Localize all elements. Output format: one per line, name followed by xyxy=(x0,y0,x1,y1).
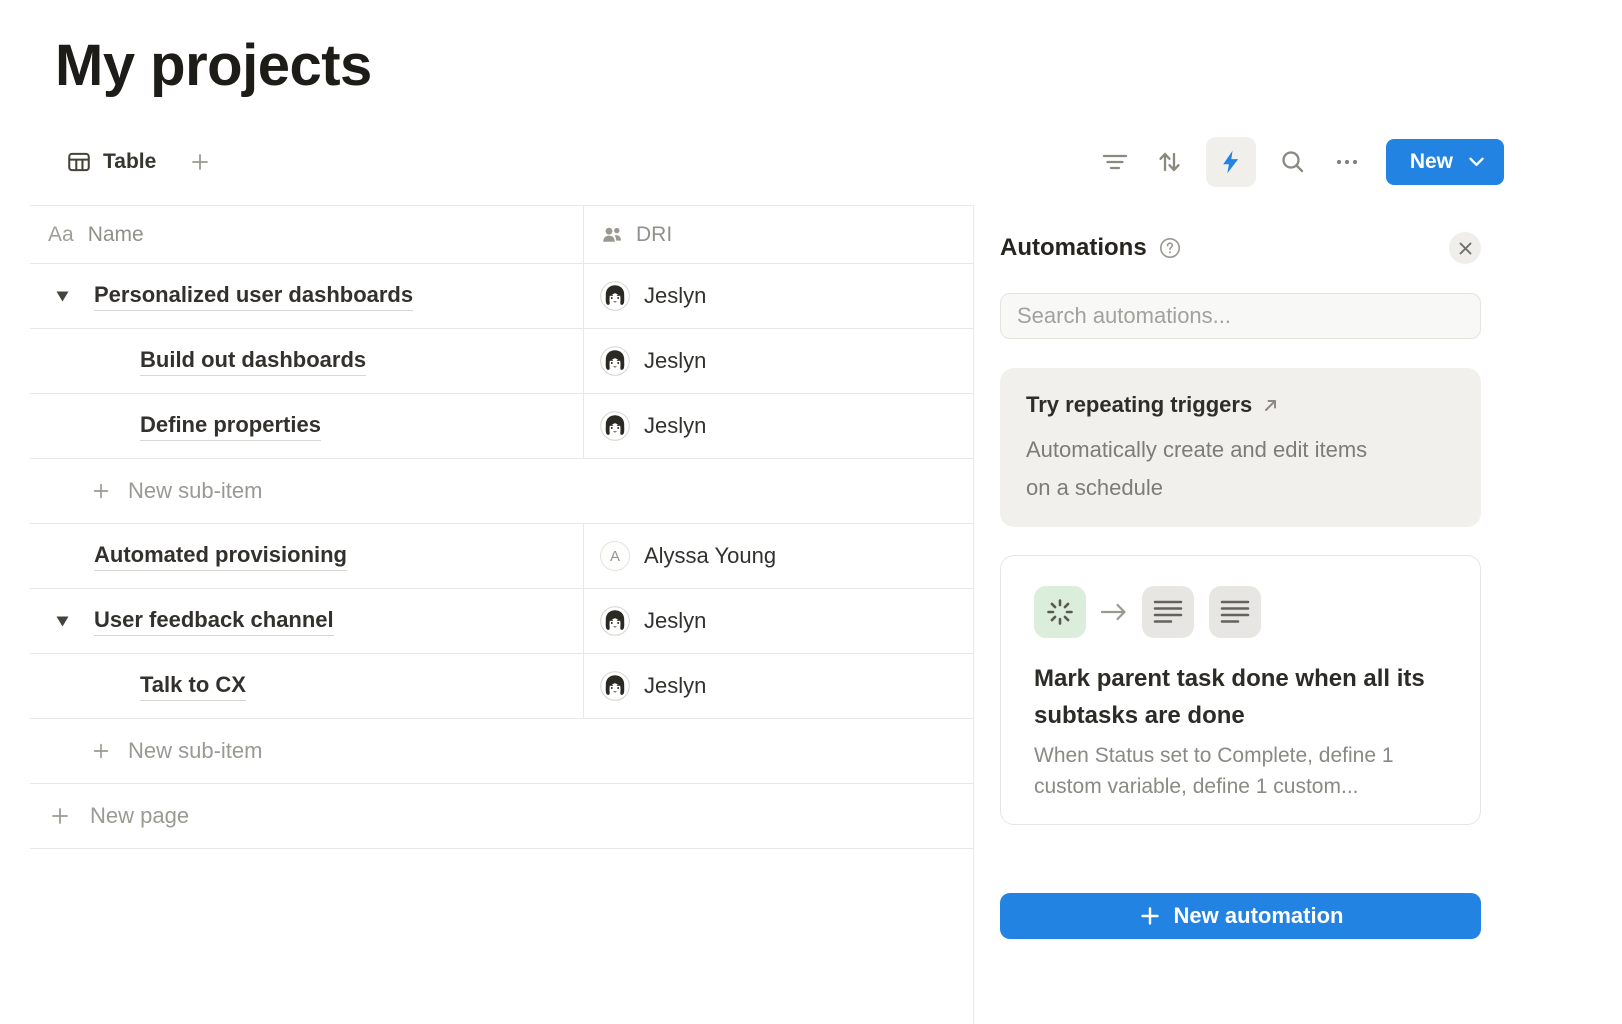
panel-divider xyxy=(973,205,974,1024)
table-row[interactable]: User feedback channel Jeslyn xyxy=(30,589,973,654)
avatar-jeslyn xyxy=(600,411,630,441)
dri-cell[interactable]: Jeslyn xyxy=(584,589,973,653)
promo-description-line: Automatically create and edit items xyxy=(1026,431,1455,469)
column-label: Name xyxy=(88,223,144,247)
arrow-up-right-icon xyxy=(1262,397,1279,414)
toggle-expand-icon[interactable] xyxy=(49,608,75,634)
help-button[interactable] xyxy=(1157,235,1183,261)
promo-title: Try repeating triggers xyxy=(1026,392,1252,418)
dri-cell[interactable]: Jeslyn xyxy=(584,394,973,458)
repeating-triggers-promo-card[interactable]: Try repeating triggers Automatically cre… xyxy=(1000,368,1481,527)
plus-icon xyxy=(48,804,72,828)
avatar-jeslyn xyxy=(600,606,630,636)
table-row[interactable]: Personalized user dashboards Jeslyn xyxy=(30,264,973,329)
automation-icon-row xyxy=(1034,586,1447,638)
new-sub-item-button[interactable]: New sub-item xyxy=(30,719,973,783)
edit-property-icon xyxy=(1209,586,1261,638)
new-sub-item-label: New sub-item xyxy=(128,478,262,504)
promo-description-line: on a schedule xyxy=(1026,469,1455,507)
new-automation-button[interactable]: New automation xyxy=(1000,893,1481,939)
dri-cell[interactable]: Jeslyn xyxy=(584,654,973,718)
new-page-button[interactable]: New page xyxy=(30,784,973,848)
table-view-icon xyxy=(66,149,92,175)
automation-title-line: subtasks are done xyxy=(1034,697,1447,734)
edit-property-icon xyxy=(1142,586,1194,638)
table-row: New sub-item xyxy=(30,459,973,524)
dri-name: Jeslyn xyxy=(644,608,706,634)
page-link[interactable]: Define properties xyxy=(140,412,321,441)
table-row[interactable]: Define properties Jeslyn xyxy=(30,394,973,459)
page-link[interactable]: Automated provisioning xyxy=(94,542,347,571)
close-panel-button[interactable] xyxy=(1449,232,1481,264)
page-link[interactable]: Personalized user dashboards xyxy=(94,282,413,311)
plus-icon xyxy=(1138,904,1162,928)
automation-description-line: custom variable, define 1 custom... xyxy=(1034,771,1447,802)
people-icon xyxy=(600,223,624,247)
automation-description-line: When Status set to Complete, define 1 xyxy=(1034,740,1447,771)
add-view-button[interactable] xyxy=(188,150,212,174)
view-tabs-bar: Table xyxy=(66,138,212,186)
page-link[interactable]: User feedback channel xyxy=(94,607,334,636)
table-row[interactable]: Automated provisioning A Alyssa Young xyxy=(30,524,973,589)
plus-icon xyxy=(90,740,112,762)
dri-cell[interactable]: Jeslyn xyxy=(584,329,973,393)
automations-panel: Automations Try repeating triggers xyxy=(1000,0,1481,1024)
dri-cell[interactable]: Jeslyn xyxy=(584,264,973,328)
notion-app-window: My projects Table xyxy=(0,0,1622,1024)
close-icon xyxy=(1458,241,1473,256)
avatar-jeslyn xyxy=(600,671,630,701)
dri-name: Jeslyn xyxy=(644,283,706,309)
table-row: New page xyxy=(30,784,973,849)
new-automation-label: New automation xyxy=(1174,903,1344,929)
column-header-dri[interactable]: DRI xyxy=(584,206,973,263)
toggle-expand-icon[interactable] xyxy=(49,283,75,309)
tab-table[interactable]: Table xyxy=(66,149,156,175)
dri-name: Alyssa Young xyxy=(644,543,776,569)
arrow-right-icon xyxy=(1099,601,1129,623)
panel-title: Automations xyxy=(1000,234,1147,262)
table-row: New sub-item xyxy=(30,719,973,784)
dri-name: Jeslyn xyxy=(644,673,706,699)
avatar-letter-a: A xyxy=(600,541,630,571)
search-automations-input[interactable] xyxy=(1000,293,1481,339)
table-row[interactable]: Talk to CX Jeslyn xyxy=(30,654,973,719)
new-sub-item-button[interactable]: New sub-item xyxy=(30,459,973,523)
repeat-trigger-icon xyxy=(1034,586,1086,638)
text-type-icon: Aa xyxy=(48,223,74,247)
table-header-row: Aa Name DRI xyxy=(30,206,973,264)
dri-cell[interactable]: A Alyssa Young xyxy=(584,524,973,588)
page-title: My projects xyxy=(55,34,372,98)
automations-panel-header: Automations xyxy=(1000,228,1481,268)
plus-icon xyxy=(188,150,212,174)
page-link[interactable]: Talk to CX xyxy=(140,672,246,701)
table-row[interactable]: Build out dashboards Jeslyn xyxy=(30,329,973,394)
column-header-name[interactable]: Aa Name xyxy=(30,206,584,263)
avatar-jeslyn xyxy=(600,346,630,376)
column-label: DRI xyxy=(636,223,672,247)
plus-icon xyxy=(90,480,112,502)
view-tab-label: Table xyxy=(103,150,156,174)
dri-name: Jeslyn xyxy=(644,348,706,374)
automation-title-line: Mark parent task done when all its xyxy=(1034,660,1447,697)
new-sub-item-label: New sub-item xyxy=(128,738,262,764)
avatar-jeslyn xyxy=(600,281,630,311)
new-page-label: New page xyxy=(90,803,189,829)
dri-name: Jeslyn xyxy=(644,413,706,439)
projects-table: Aa Name DRI xyxy=(30,205,973,849)
automation-card[interactable]: Mark parent task done when all its subta… xyxy=(1000,555,1481,825)
page-link[interactable]: Build out dashboards xyxy=(140,347,366,376)
